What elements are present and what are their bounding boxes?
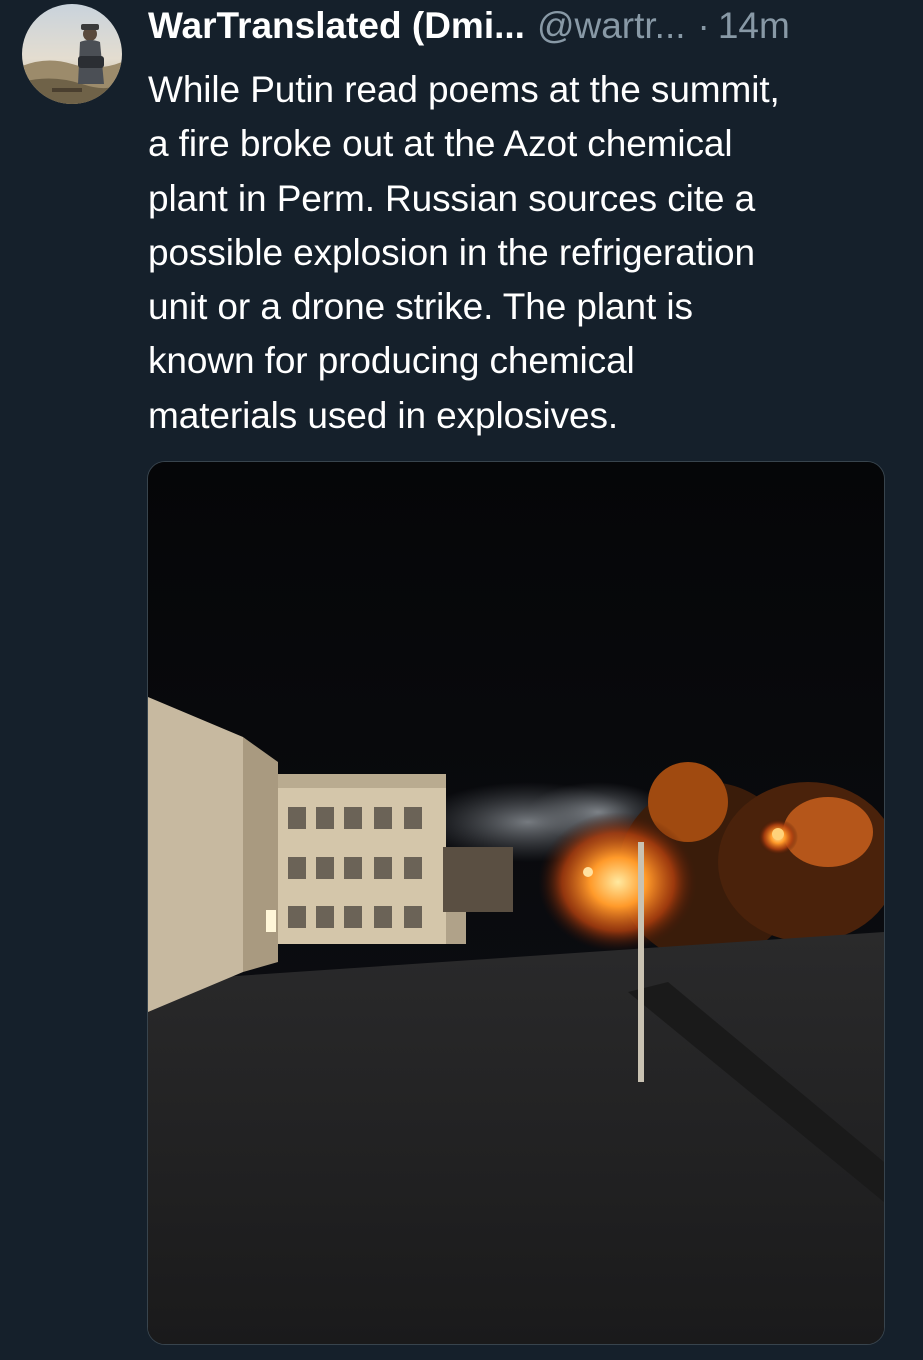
night-fire-photo: [148, 462, 884, 1344]
tweet-text-line: plant in Perm. Russian sources cite a: [148, 177, 756, 219]
tweet-text: While Putin read poems at the summit, a …: [148, 63, 908, 443]
avatar[interactable]: [22, 4, 122, 104]
display-name[interactable]: WarTranslated (Dmi...: [148, 5, 525, 47]
tweet-header: WarTranslated (Dmi... @wartr... · 14m: [148, 4, 898, 48]
tweet-text-line: known for producing chemical: [148, 340, 635, 382]
tweet[interactable]: WarTranslated (Dmi... @wartr... · 14m Wh…: [0, 0, 923, 1360]
tweet-text-line: materials used in explosives.: [148, 394, 619, 436]
user-handle[interactable]: @wartr...: [537, 5, 686, 47]
tweet-text-line: a fire broke out at the Azot chemical: [148, 123, 733, 165]
tweet-text-line: unit or a drone strike. The plant is: [148, 286, 693, 328]
tweet-text-line: While Putin read poems at the summit,: [148, 69, 780, 110]
tweet-text-line: possible explosion in the refrigeration: [148, 231, 755, 273]
avatar-image: [22, 4, 122, 104]
separator-dot: ·: [697, 5, 710, 46]
tweet-photo[interactable]: [147, 461, 885, 1345]
timestamp[interactable]: 14m: [718, 5, 790, 47]
